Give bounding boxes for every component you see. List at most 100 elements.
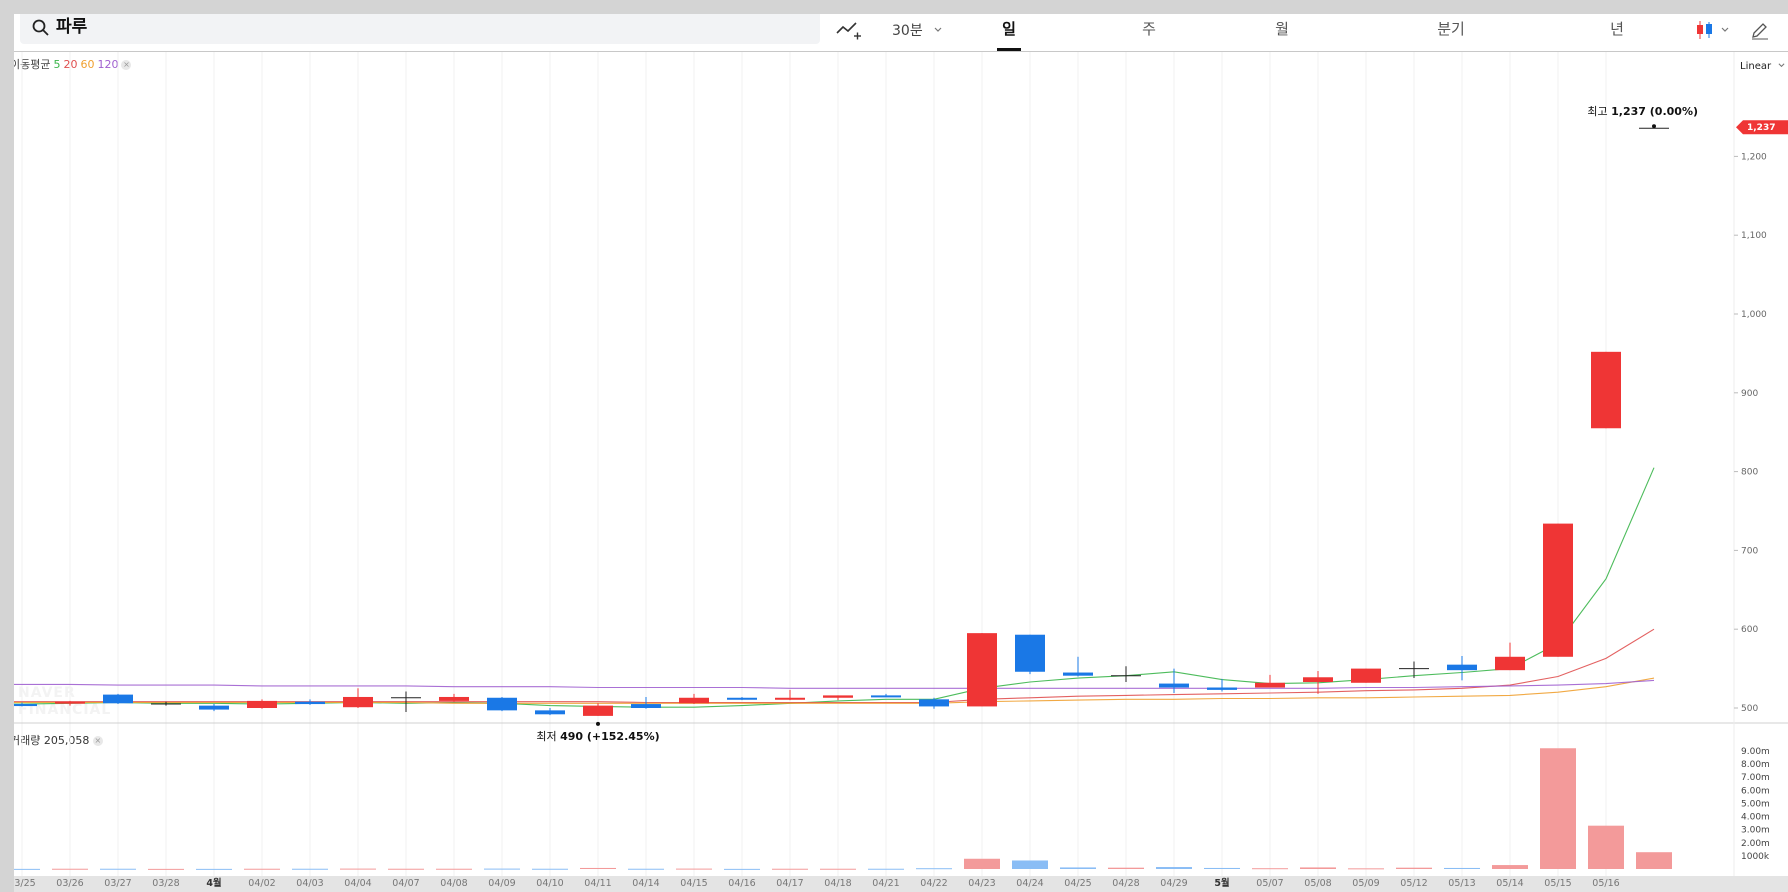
volume-bar: [244, 868, 280, 870]
candle: [871, 693, 901, 698]
candle: [535, 708, 565, 716]
volume-bar: [52, 868, 88, 870]
candle-body: [1015, 634, 1045, 672]
volume-bar: [676, 868, 712, 870]
volume-bar: [916, 868, 952, 870]
x-tick-label: 03/26: [56, 878, 83, 889]
candle: [823, 695, 853, 701]
candle-body: [871, 695, 901, 698]
y-tick-label: 700: [1741, 546, 1758, 556]
moving-average-lines: [14, 467, 1655, 708]
ma-5-label: 5: [53, 58, 61, 71]
watermark-logo: NAVER FINANCIAL: [18, 685, 110, 718]
candle: [1399, 661, 1429, 679]
volume-y-tick-label: 8.00m: [1741, 760, 1770, 770]
y-tick-label: 800: [1741, 468, 1758, 478]
candle-body: [1255, 682, 1285, 688]
candle: [1447, 655, 1477, 681]
high-price-label: 최고 1,237 (0.00%): [1587, 105, 1698, 118]
high-label-word: 최고: [1587, 105, 1611, 118]
x-tick-label: 04/09: [488, 878, 515, 889]
moving-average-legend[interactable]: 이동평균 5 20 60 120 ×: [14, 56, 134, 72]
candle: [1543, 523, 1573, 657]
axes: 500 600 700 800 900 1,000 1,100 1,200 1000k 2.00m…: [14, 152, 1770, 889]
x-tick-label: 04/14: [632, 878, 659, 889]
x-tick-label: 04/08: [440, 878, 467, 889]
volume-bar: [820, 868, 856, 870]
volume-bar: [1012, 860, 1048, 869]
candle: [679, 693, 709, 705]
candle-body: [103, 694, 133, 704]
y-tick-label: 900: [1741, 389, 1758, 399]
chart-type-select[interactable]: [1694, 16, 1730, 44]
candle-body: [199, 705, 229, 710]
x-tick-label: 05/08: [1304, 878, 1331, 889]
x-tick-label: 04/18: [824, 878, 851, 889]
search-icon: [32, 19, 49, 36]
candle: [1591, 351, 1621, 429]
x-tick-label: 04/03: [296, 878, 323, 889]
tab-year[interactable]: 년: [1602, 14, 1632, 51]
x-tick-label: 5월: [1214, 877, 1229, 889]
x-tick-label: 04/04: [344, 878, 371, 889]
candle: [1111, 666, 1141, 682]
x-tick-label: 05/09: [1352, 878, 1379, 889]
pencil-icon: [1752, 23, 1768, 40]
close-icon[interactable]: ×: [92, 736, 103, 746]
volume-bar: [148, 868, 184, 870]
x-tick-label: 04/02: [248, 878, 275, 889]
interval-select[interactable]: 30분: [892, 16, 943, 44]
x-tick-label: 04/29: [1160, 878, 1187, 889]
volume-label: 거래량: [14, 734, 41, 747]
volume-bar: [868, 868, 904, 870]
x-tick-label: 04/07: [392, 878, 419, 889]
candle: [14, 702, 37, 707]
volume-bar: [100, 868, 136, 870]
candle: [439, 693, 469, 702]
volume-y-tick-label: 4.00m: [1741, 813, 1770, 823]
tab-quarter[interactable]: 분기: [1426, 14, 1476, 51]
ma-line-5: [14, 467, 1655, 708]
volume-y-tick-label: 3.00m: [1741, 826, 1770, 836]
draw-button[interactable]: [1750, 16, 1770, 44]
candle-body: [439, 696, 469, 701]
tab-day[interactable]: 일: [994, 14, 1024, 51]
scale-select-label: Linear: [1740, 61, 1772, 72]
top-toolbar: 파루 30분 일 주 월 분기 년: [14, 14, 1788, 52]
search-bar[interactable]: 파루: [20, 14, 820, 44]
volume-bar: [1060, 867, 1096, 869]
candle-body: [1159, 683, 1189, 688]
volume-bar: [1348, 868, 1384, 870]
scale-select[interactable]: Linear: [1740, 61, 1786, 72]
tab-week[interactable]: 주: [1134, 14, 1164, 51]
ma-line-120: [14, 679, 1655, 689]
volume-y-tick-label: 7.00m: [1741, 773, 1770, 783]
candlestick-icon: [1697, 21, 1712, 39]
volume-bar: [1396, 867, 1432, 869]
candle: [487, 696, 517, 712]
volume-y-tick-label: 6.00m: [1741, 786, 1770, 796]
candle-body: [1543, 523, 1573, 657]
chevron-down-icon: [1721, 27, 1729, 32]
candle: [391, 691, 421, 712]
candle: [1303, 670, 1333, 694]
low-price-label: 최저 490 (+152.45%): [536, 730, 659, 743]
x-tick-label: 4월: [206, 877, 221, 889]
interval-label: 30분: [892, 23, 923, 39]
add-indicator-button[interactable]: [836, 16, 862, 44]
volume-bar: [340, 868, 376, 870]
search-input[interactable]: 파루: [56, 14, 87, 40]
volume-bar: [388, 868, 424, 870]
low-price-dot: [596, 721, 600, 726]
close-icon[interactable]: ×: [121, 60, 132, 70]
tab-month[interactable]: 월: [1267, 14, 1297, 51]
candle-body: [247, 700, 277, 708]
candle: [199, 704, 229, 712]
volume-bar: [964, 858, 1000, 869]
last-price-tag-label: 1,237: [1747, 123, 1775, 133]
volume-legend[interactable]: 거래량 205,058 ×: [14, 732, 103, 748]
candle-body: [1063, 672, 1093, 676]
candle: [967, 633, 997, 707]
volume-bar: [196, 868, 232, 870]
y-tick-label: 1,100: [1741, 231, 1767, 241]
